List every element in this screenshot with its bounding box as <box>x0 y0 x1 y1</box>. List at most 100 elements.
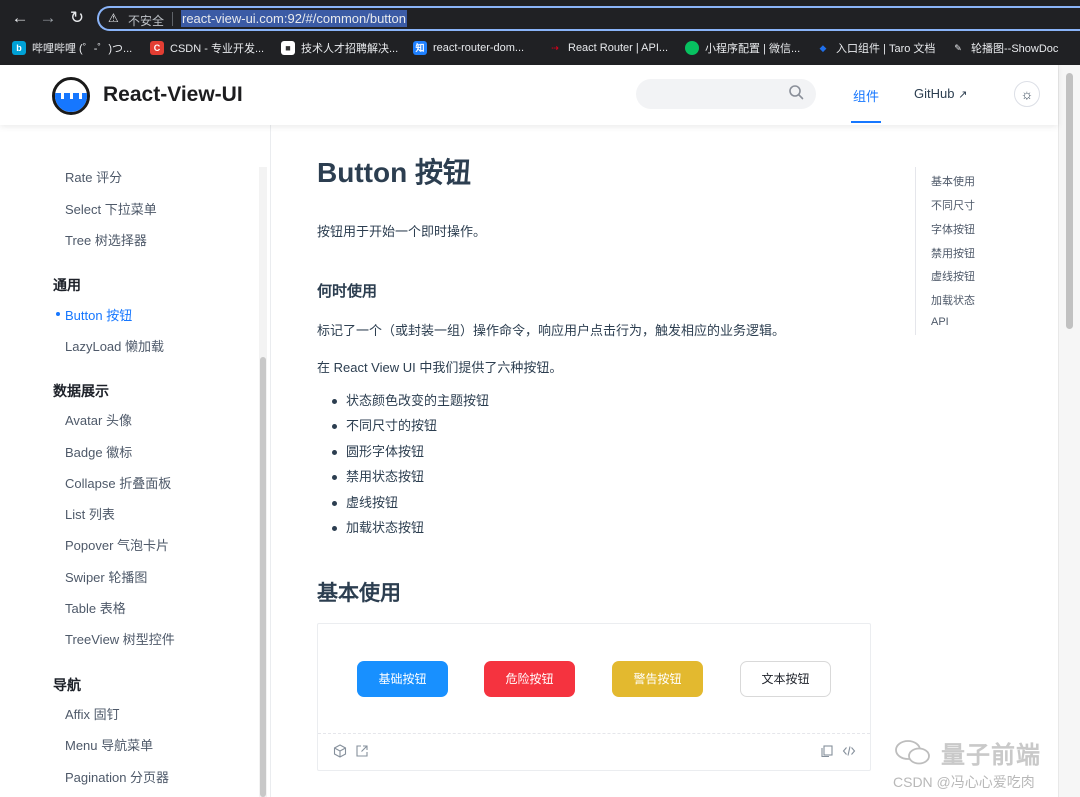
bookmark-label: 入口组件 | Taro 文档 <box>836 43 936 55</box>
sidebar-item-swiper[interactable]: Swiper 轮播图 <box>65 567 147 586</box>
copy-icon[interactable] <box>820 744 834 758</box>
nav-github-label: GitHub <box>914 86 955 101</box>
search-icon[interactable] <box>788 84 804 100</box>
page-scrollbar-thumb[interactable] <box>1066 73 1073 329</box>
toc-item-basic[interactable]: 基本使用 <box>931 173 975 189</box>
showdoc-icon: ✎ <box>954 43 962 53</box>
sidebar: Rate 评分 Select 下拉菜单 Tree 树选择器 通用 Button … <box>0 125 271 797</box>
sidebar-item-menu[interactable]: Menu 导航菜单 <box>65 735 153 754</box>
when-to-use-heading: 何时使用 <box>317 283 378 300</box>
sidebar-item-badge[interactable]: Badge 徽标 <box>65 442 132 461</box>
back-arrow-icon[interactable]: ← <box>10 8 30 28</box>
watermark-title: 量子前端 <box>941 742 1041 769</box>
sidebar-item-table[interactable]: Table 表格 <box>65 598 126 617</box>
sidebar-group-nav: 导航 <box>53 677 81 693</box>
sidebar-item-rate[interactable]: Rate 评分 <box>65 167 122 186</box>
danger-button[interactable]: 危险按钮 <box>484 661 575 697</box>
bilibili-icon: b <box>12 41 26 55</box>
sidebar-item-collapse[interactable]: Collapse 折叠面板 <box>65 473 171 492</box>
demo-divider <box>318 733 870 734</box>
forward-arrow-icon[interactable]: → <box>38 8 58 28</box>
list-item: 状态颜色改变的主题按钮 <box>330 391 489 416</box>
external-link-icon: ↗ <box>958 89 968 101</box>
theme-toggle-button[interactable]: ☼ <box>1014 81 1040 107</box>
toc-item-api[interactable]: API <box>931 316 949 328</box>
bookmark-item[interactable]: ■ 技术人才招聘解决... <box>281 39 398 57</box>
when-to-use-text: 标记了一个（或封装一组）操作命令，响应用户点击行为，触发相应的业务逻辑。 <box>317 323 786 338</box>
brand-name[interactable]: React-View-UI <box>103 83 243 107</box>
warning-icon[interactable]: ⚠ <box>108 11 119 25</box>
bookmark-label: 小程序配置 | 微信... <box>705 43 801 55</box>
demo-box: 基础按钮 危险按钮 警告按钮 文本按钮 <box>317 623 871 771</box>
bookmark-item[interactable]: 小程序配置 | 微信... <box>685 39 800 57</box>
bookmark-label: 轮播图--ShowDoc <box>971 43 1059 55</box>
sidebar-item-button[interactable]: Button 按钮 <box>55 305 132 324</box>
nav-active-indicator <box>851 121 881 123</box>
codesandbox-icon[interactable] <box>333 744 347 758</box>
bookmarks-bar: b 哔哩哔哩 (゜-゜)つ... C CSDN - 专业开发... ■ 技术人才招聘解… <box>0 36 1080 60</box>
warning-button[interactable]: 警告按钮 <box>612 661 703 697</box>
site-header: React-View-UI 组件 GitHub ↗ ☼ <box>0 65 1058 125</box>
sidebar-item-pagination[interactable]: Pagination 分页器 <box>65 767 169 786</box>
page-title: Button 按钮 <box>317 157 471 188</box>
intro-text: 按钮用于开始一个即时操作。 <box>317 224 487 239</box>
browser-chrome: ← → ↻ ⚠ 不安全 react-view-ui.com:92/#/commo… <box>0 0 1080 65</box>
provide-text: 在 React View UI 中我们提供了六种按钮。 <box>317 360 563 375</box>
bookmark-item[interactable]: 知 react-router-dom... <box>413 39 524 57</box>
sidebar-item-tree[interactable]: Tree 树选择器 <box>65 230 147 249</box>
nav-github[interactable]: GitHub ↗ <box>914 86 967 101</box>
search-input[interactable] <box>636 79 816 109</box>
watermark-csdn: CSDN @冯心心爱吃肉 <box>893 774 1035 790</box>
react-router-icon: ⇢ <box>551 43 559 53</box>
sidebar-item-affix[interactable]: Affix 固钉 <box>65 704 120 723</box>
list-item: 不同尺寸的按钮 <box>330 416 489 441</box>
address-bar-row: ← → ↻ ⚠ 不安全 react-view-ui.com:92/#/commo… <box>0 0 1080 36</box>
wechat-icon <box>685 41 699 55</box>
sidebar-item-lazyload[interactable]: LazyLoad 懒加载 <box>65 336 164 355</box>
divider <box>172 12 173 26</box>
bookmark-label: React Router | API... <box>568 42 669 54</box>
nav-components[interactable]: 组件 <box>853 86 879 105</box>
text-button[interactable]: 文本按钮 <box>740 661 831 697</box>
bookmark-item[interactable]: ✎ 轮播图--ShowDoc <box>951 39 1058 57</box>
primary-button[interactable]: 基础按钮 <box>357 661 448 697</box>
sidebar-item-select[interactable]: Select 下拉菜单 <box>65 199 157 218</box>
sidebar-item-avatar[interactable]: Avatar 头像 <box>65 410 132 429</box>
bookmark-item[interactable]: ⇢ React Router | API... <box>548 39 668 57</box>
bookmark-label: 技术人才招聘解决... <box>301 43 399 55</box>
zhihu-icon: 知 <box>413 41 427 55</box>
sidebar-group-general: 通用 <box>53 277 81 293</box>
sidebar-scrollbar-thumb[interactable] <box>260 357 266 797</box>
sidebar-group-display: 数据展示 <box>53 383 109 399</box>
logo-wave <box>55 93 87 112</box>
toc-item-disabled[interactable]: 禁用按钮 <box>931 245 975 261</box>
bookmark-item[interactable]: ◆ 入口组件 | Taro 文档 <box>816 39 936 57</box>
bookmark-item[interactable]: b 哔哩哔哩 (゜-゜)つ... <box>12 39 132 57</box>
sidebar-scrollbar[interactable] <box>259 167 267 797</box>
logo-icon[interactable] <box>52 77 90 115</box>
taro-icon: ◆ <box>819 43 827 53</box>
toc-item-font[interactable]: 字体按钮 <box>931 221 975 237</box>
page-scrollbar[interactable] <box>1058 65 1080 797</box>
bookmark-label: react-router-dom... <box>433 42 525 54</box>
list-item: 加载状态按钮 <box>330 518 489 543</box>
list-item: 圆形字体按钮 <box>330 442 489 467</box>
toc-item-dashed[interactable]: 虚线按钮 <box>931 268 975 284</box>
reload-icon[interactable]: ↻ <box>67 8 87 28</box>
address-bar[interactable]: ⚠ 不安全 react-view-ui.com:92/#/common/butt… <box>97 6 1080 31</box>
wechat-watermark-icon <box>893 737 933 773</box>
code-icon[interactable] <box>842 744 856 758</box>
external-link-icon[interactable] <box>355 744 369 758</box>
url-text[interactable]: react-view-ui.com:92/#/common/button <box>181 10 407 27</box>
toc-item-size[interactable]: 不同尺寸 <box>931 197 975 213</box>
list-item: 禁用状态按钮 <box>330 467 489 492</box>
sidebar-item-treeview[interactable]: TreeView 树型控件 <box>65 629 175 648</box>
basic-usage-heading: 基本使用 <box>317 582 401 605</box>
sidebar-item-list[interactable]: List 列表 <box>65 504 115 523</box>
toc-item-loading[interactable]: 加载状态 <box>931 292 975 308</box>
bookmark-item[interactable]: C CSDN - 专业开发... <box>150 39 264 57</box>
cow-icon: ■ <box>281 41 295 55</box>
sidebar-item-popover[interactable]: Popover 气泡卡片 <box>65 535 169 554</box>
insecure-label[interactable]: 不安全 <box>128 12 164 29</box>
bookmark-label: CSDN - 专业开发... <box>170 43 265 55</box>
